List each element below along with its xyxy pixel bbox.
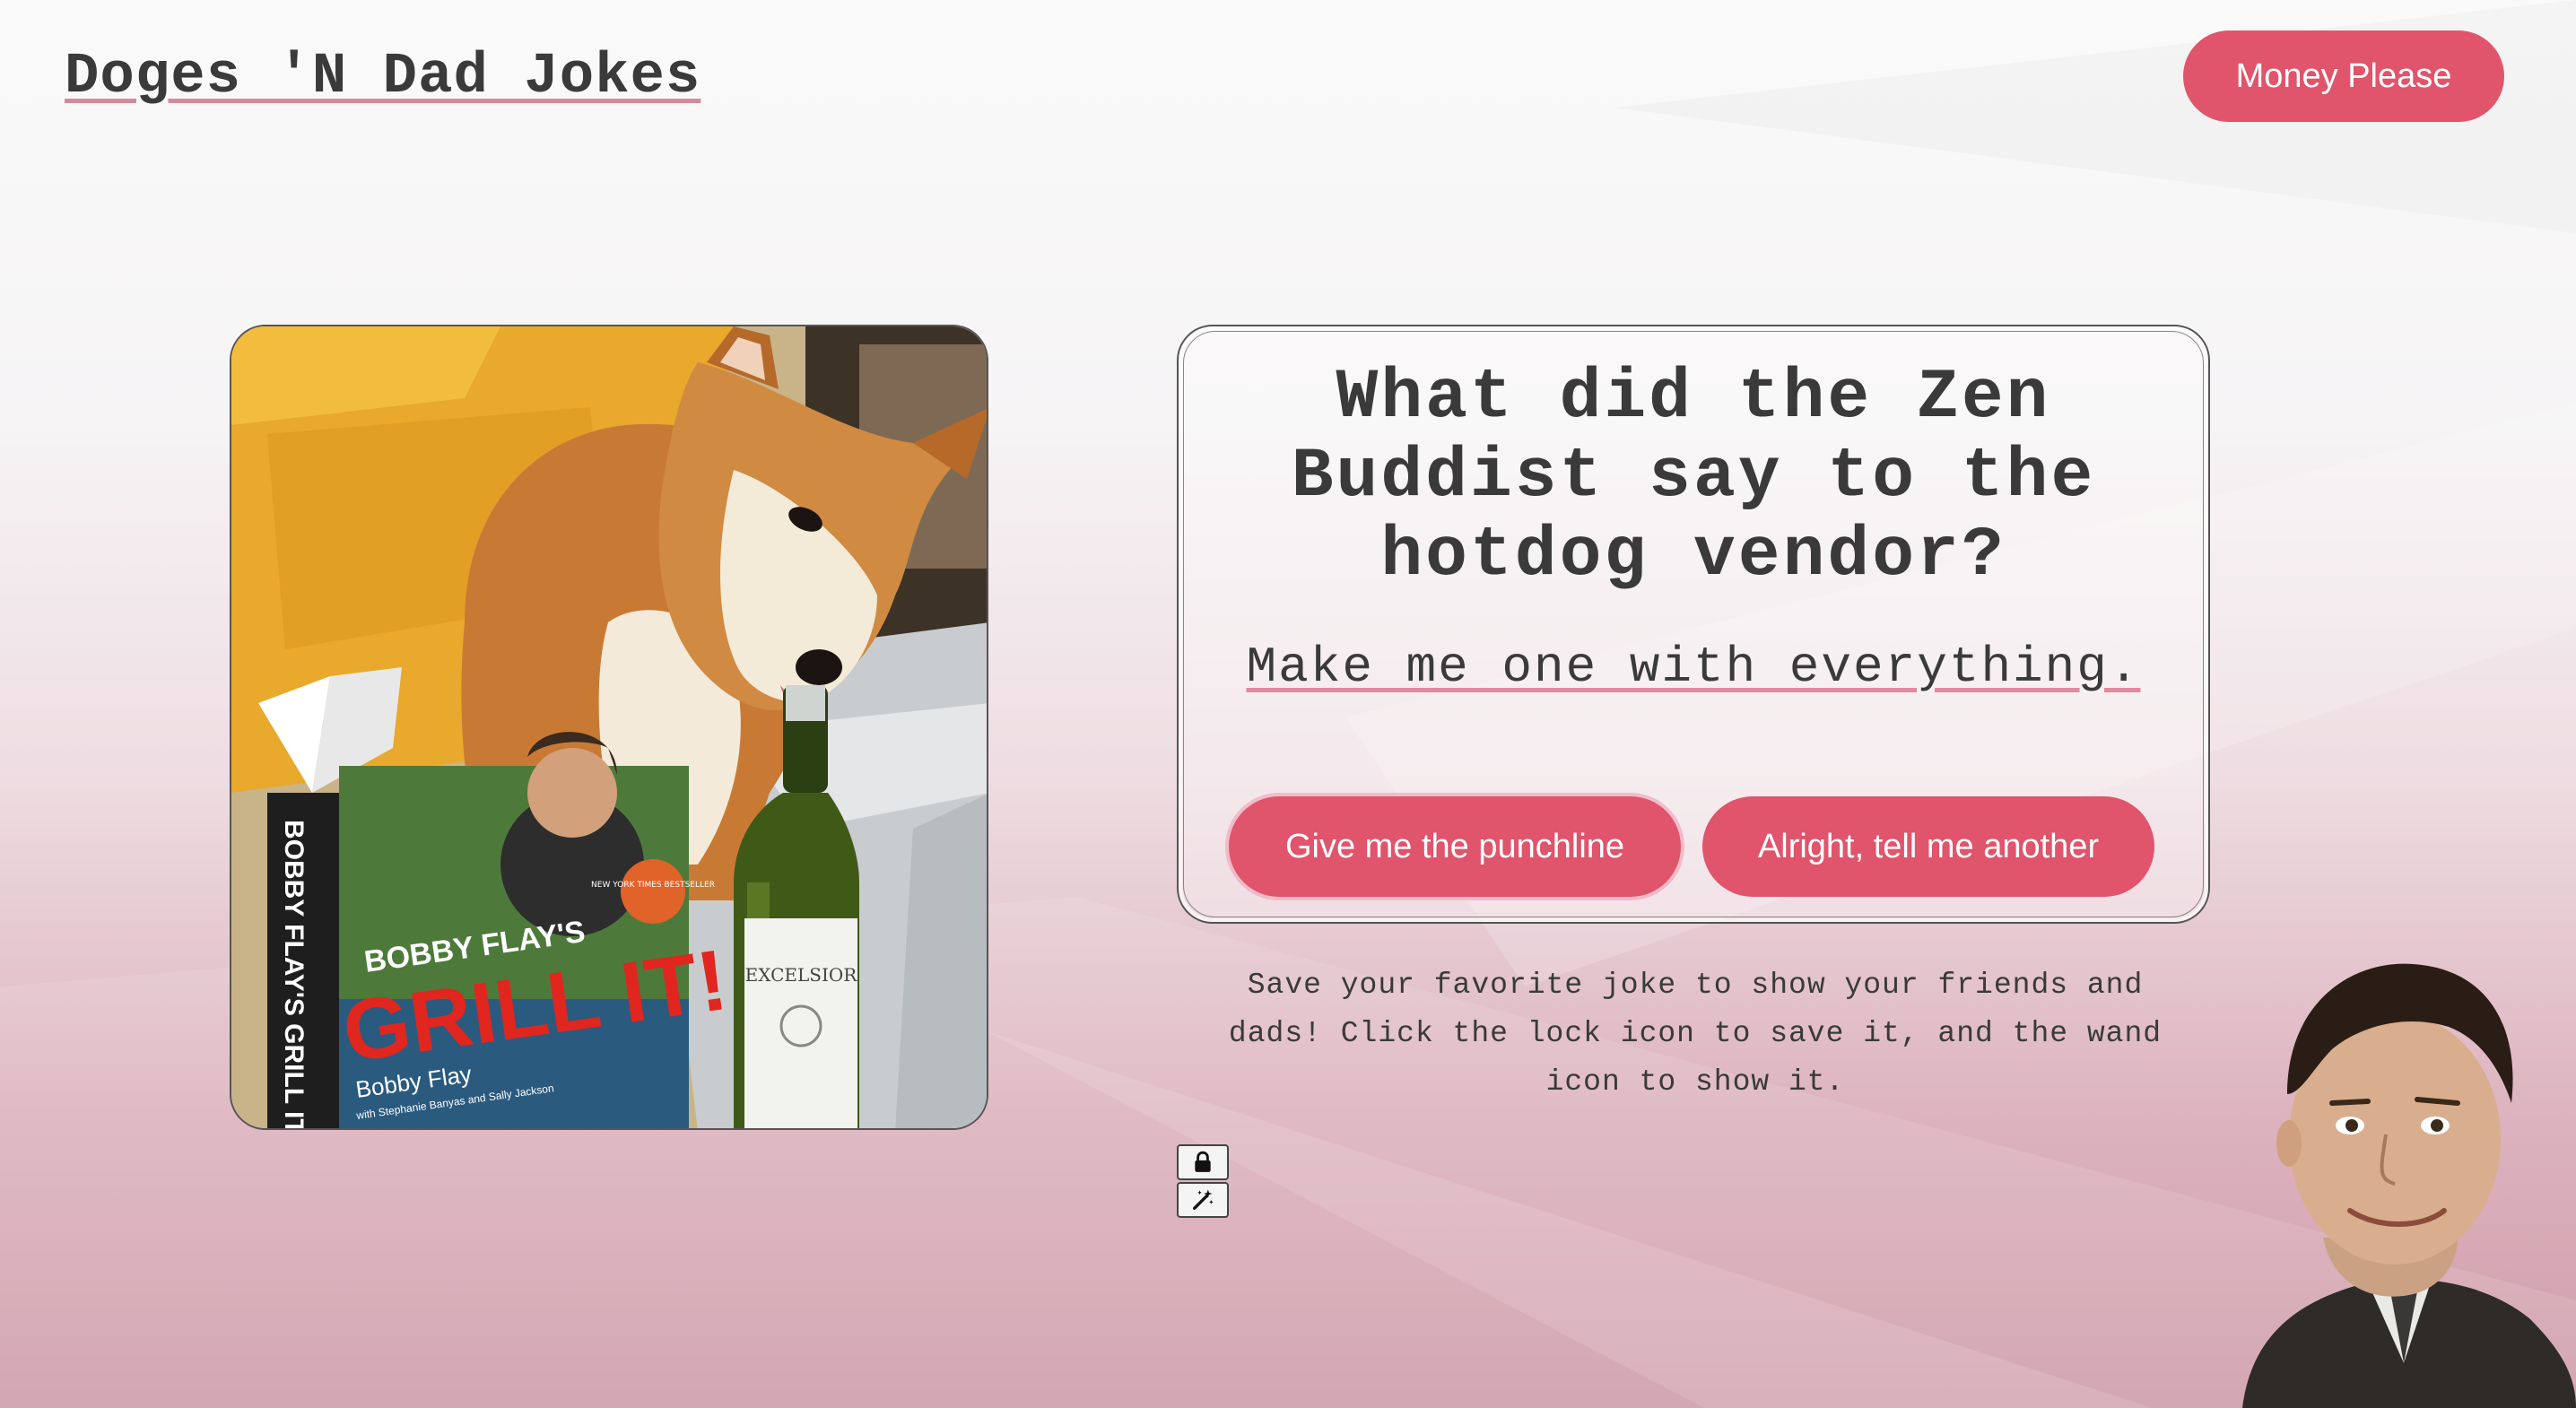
- joke-card: What did the Zen Buddist say to the hotd…: [1177, 325, 2210, 924]
- book-spine-text: BOBBY FLAY'S GRILL IT!: [279, 820, 309, 1130]
- site-logo[interactable]: Doges 'N Dad Jokes: [65, 45, 701, 109]
- lock-button[interactable]: [1177, 1144, 1229, 1180]
- doge-photo: EXCELSIOR NEW YORK TIMES BESTSELLER BOBB…: [230, 325, 988, 1130]
- next-joke-button[interactable]: Alright, tell me another: [1702, 796, 2154, 897]
- joke-punchline: Make me one with everything.: [1246, 639, 2141, 696]
- joke-question: What did the Zen Buddist say to the hotd…: [1291, 359, 2096, 595]
- money-please-button[interactable]: Money Please: [2183, 30, 2504, 122]
- wand-button[interactable]: [1177, 1182, 1229, 1218]
- doge-photo-illustration: EXCELSIOR NEW YORK TIMES BESTSELLER BOBB…: [231, 326, 987, 1130]
- magic-wand-icon: [1193, 1189, 1214, 1210]
- punchline-button[interactable]: Give me the punchline: [1229, 796, 1681, 897]
- lock-icon: [1195, 1151, 1211, 1172]
- book-badge-text: NEW YORK TIMES BESTSELLER: [591, 881, 715, 890]
- save-instructions: Save your favorite joke to show your fri…: [1228, 969, 2163, 1099]
- wine-label-text: EXCELSIOR: [745, 964, 858, 986]
- man-cutout-image: [2242, 963, 2576, 1408]
